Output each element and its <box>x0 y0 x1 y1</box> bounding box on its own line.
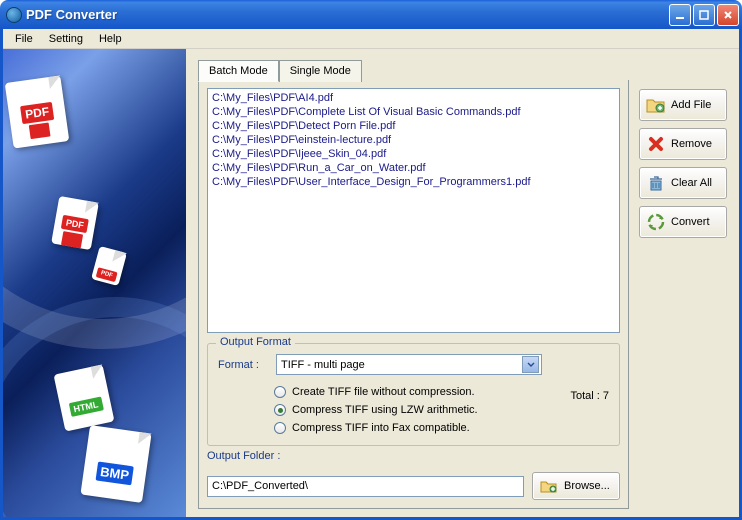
output-format-group: Output Format Format : TIFF - multi page <box>207 343 620 446</box>
output-folder-input[interactable]: C:\PDF_Converted\ <box>207 476 524 497</box>
add-file-button[interactable]: Add File <box>639 89 727 121</box>
chevron-down-icon <box>522 356 539 373</box>
mode-tabs: Batch Mode Single Mode <box>198 59 727 81</box>
window-controls <box>669 4 739 26</box>
radio-fax[interactable] <box>274 422 286 434</box>
format-selected-value: TIFF - multi page <box>281 359 522 371</box>
pdf-icon: PDF <box>5 75 70 148</box>
list-item[interactable]: C:\My_Files\PDF\Detect Porn File.pdf <box>212 119 615 133</box>
remove-button[interactable]: Remove <box>639 128 727 160</box>
radio-label: Compress TIFF using LZW arithmetic. <box>292 404 478 416</box>
list-item[interactable]: C:\My_Files\PDF\Ijeee_Skin_04.pdf <box>212 147 615 161</box>
clear-icon <box>646 173 666 193</box>
minimize-button[interactable] <box>669 4 691 26</box>
add-file-icon <box>646 95 666 115</box>
app-icon <box>6 7 22 23</box>
title-bar: PDF Converter <box>0 0 742 29</box>
output-format-legend: Output Format <box>216 336 295 348</box>
menu-setting[interactable]: Setting <box>41 30 91 48</box>
output-folder-label: Output Folder : <box>207 450 620 466</box>
format-select[interactable]: TIFF - multi page <box>276 354 542 375</box>
menu-bar: File Setting Help <box>3 29 739 49</box>
radio-lzw[interactable] <box>274 404 286 416</box>
tab-batch-mode[interactable]: Batch Mode <box>198 60 279 82</box>
file-list[interactable]: C:\My_Files\PDF\AI4.pdfC:\My_Files\PDF\C… <box>207 88 620 333</box>
window-title: PDF Converter <box>26 7 669 22</box>
folder-icon <box>539 476 559 496</box>
pdf-icon: PDF <box>51 196 99 250</box>
list-item[interactable]: C:\My_Files\PDF\einstein-lecture.pdf <box>212 133 615 147</box>
radio-no-compression[interactable] <box>274 386 286 398</box>
radio-label: Create TIFF file without compression. <box>292 386 475 398</box>
menu-file[interactable]: File <box>7 30 41 48</box>
format-label: Format : <box>218 359 268 371</box>
remove-icon <box>646 134 666 154</box>
list-item[interactable]: C:\My_Files\PDF\Run_a_Car_on_Water.pdf <box>212 161 615 175</box>
convert-button[interactable]: Convert <box>639 206 727 238</box>
maximize-button[interactable] <box>693 4 715 26</box>
bmp-icon: BMP <box>80 425 151 503</box>
list-item[interactable]: C:\My_Files\PDF\AI4.pdf <box>212 91 615 105</box>
convert-icon <box>646 212 666 232</box>
total-count: Total : 7 <box>570 390 609 402</box>
close-button[interactable] <box>717 4 739 26</box>
clear-all-button[interactable]: Clear All <box>639 167 727 199</box>
menu-help[interactable]: Help <box>91 30 130 48</box>
tab-single-mode[interactable]: Single Mode <box>279 60 362 82</box>
action-buttons: Add File Remove Clear All Convert <box>639 81 727 509</box>
decorative-sidebar: PDF PDF PDF HTML BMP <box>3 49 186 517</box>
list-item[interactable]: C:\My_Files\PDF\Complete List Of Visual … <box>212 105 615 119</box>
browse-button[interactable]: Browse... <box>532 472 620 500</box>
radio-label: Compress TIFF into Fax compatible. <box>292 422 470 434</box>
list-item[interactable]: C:\My_Files\PDF\User_Interface_Design_Fo… <box>212 175 615 189</box>
